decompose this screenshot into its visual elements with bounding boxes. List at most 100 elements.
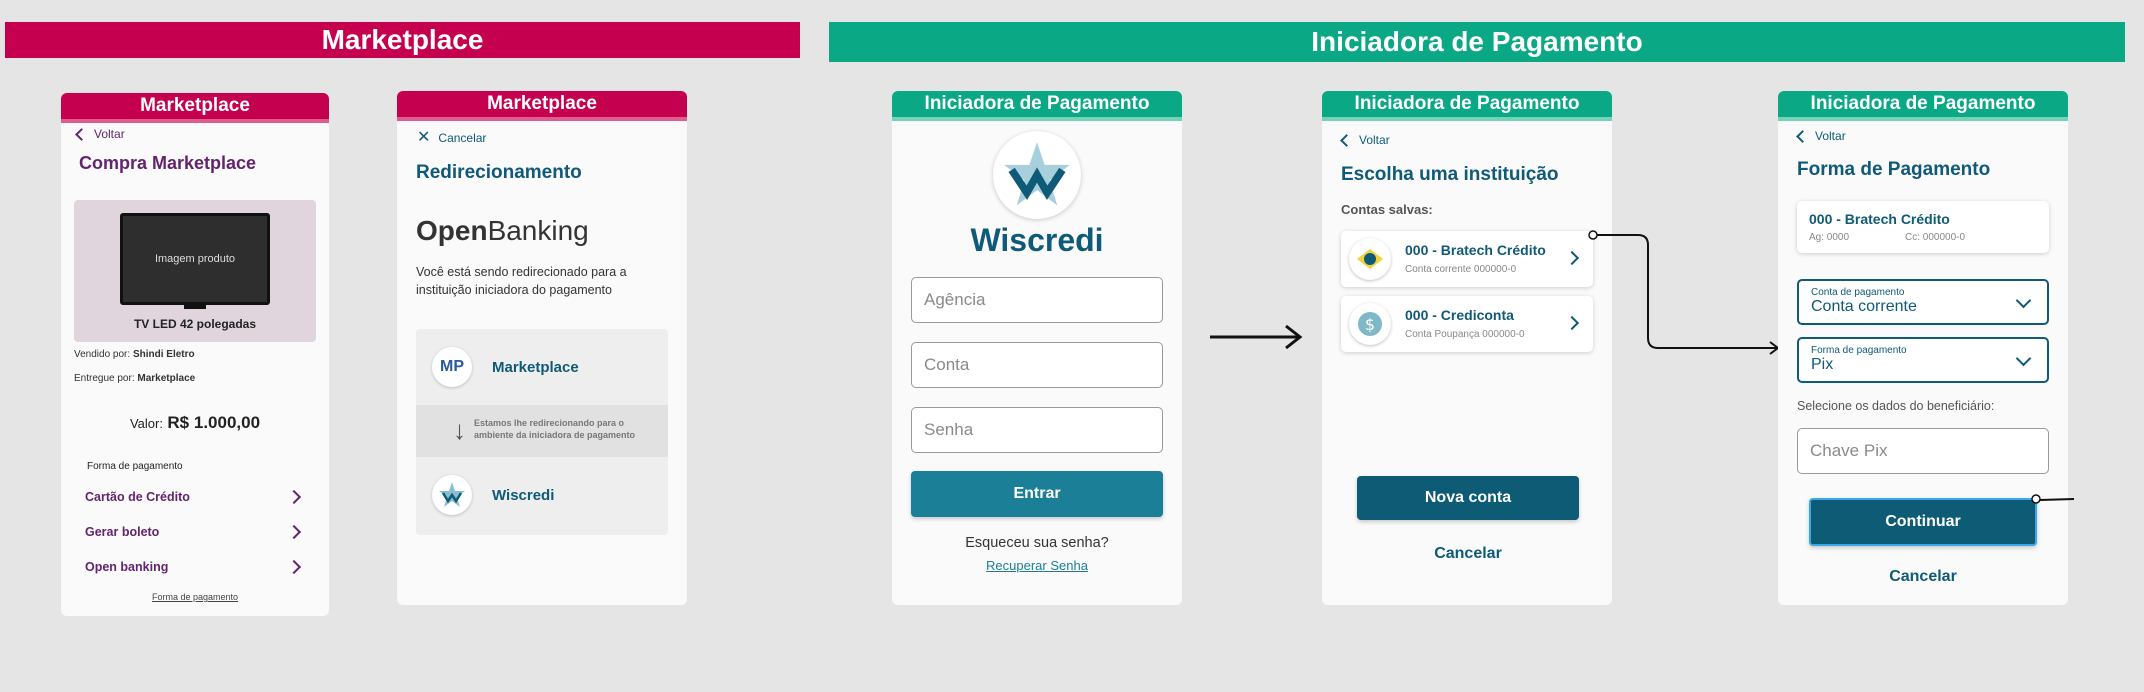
login-screen: Iniciadora de Pagamento Wiscredi Agência… <box>892 91 1182 605</box>
agency-field[interactable]: Agência <box>911 277 1163 323</box>
account-name: 000 - Crediconta <box>1405 307 1514 323</box>
sold-by-label: Vendido por: <box>74 349 131 360</box>
account-agency: Ag: 0000 <box>1809 232 1850 243</box>
redirect-description: Você está sendo redirecionado para a ins… <box>416 265 627 297</box>
screen-header: Iniciadora de Pagamento <box>892 91 1182 121</box>
tv-stand-icon <box>184 305 206 309</box>
chevron-right-icon <box>286 559 302 575</box>
product-name: TV LED 42 polegadas <box>133 317 257 331</box>
password-field[interactable]: Senha <box>911 407 1163 453</box>
chevron-right-icon <box>1564 315 1580 331</box>
delivered-by-label: Entregue por: <box>74 373 135 384</box>
page-title: Escolha uma instituição <box>1341 164 1559 185</box>
product-card[interactable]: Imagem produto TV LED 42 polegadas <box>74 200 316 342</box>
page-title: Compra Marketplace <box>79 153 257 173</box>
back-button[interactable]: Voltar <box>1340 133 1390 147</box>
initiator-banner: Iniciadora de Pagamento <box>829 22 2125 62</box>
brand-name: Wiscredi <box>970 222 1104 258</box>
logo-banking: Banking <box>487 215 589 246</box>
chevron-left-icon <box>75 127 88 141</box>
connector-line <box>1588 228 1788 363</box>
payment-method-screen: Iniciadora de Pagamento Voltar Forma de … <box>1778 91 2068 605</box>
screen-header: Iniciadora de Pagamento <box>1322 91 1612 121</box>
back-button[interactable]: Voltar <box>75 127 125 141</box>
account-number: Cc: 000000-0 <box>1905 232 1966 243</box>
selected-account-card: 000 - Bratech Crédito Ag: 0000 Cc: 00000… <box>1797 201 2049 253</box>
price: Valor: R$ 1.000,00 <box>61 413 329 433</box>
account-select[interactable]: Conta de pagamento Conta corrente <box>1797 279 2049 325</box>
back-label: Voltar <box>94 127 125 141</box>
chevron-left-icon <box>1796 129 1809 143</box>
pix-key-field[interactable]: Chave Pix <box>1797 428 2049 474</box>
page-title: Redirecionamento <box>416 162 582 183</box>
from-name: Marketplace <box>492 359 579 376</box>
value-label: Valor: <box>129 416 163 431</box>
cancel-button[interactable]: ✕ Cancelar <box>417 129 487 146</box>
account-card-bratech[interactable]: 000 - Bratech Crédito Conta corrente 000… <box>1341 231 1593 287</box>
account-field[interactable]: Conta <box>911 342 1163 388</box>
back-button[interactable]: Voltar <box>1796 129 1846 143</box>
svg-text:$: $ <box>1365 315 1375 334</box>
screen-header: Marketplace <box>61 93 329 123</box>
delivered-by-value: Marketplace <box>137 373 196 384</box>
payment-option-credit-card[interactable]: Cartão de Crédito <box>85 489 305 505</box>
institution-screen: Iniciadora de Pagamento Voltar Escolha u… <box>1322 91 1612 605</box>
redirect-box: MP Marketplace ↓ Estamos lhe redireciona… <box>416 329 668 535</box>
openbanking-logo: OpenBanking <box>416 215 589 247</box>
wiscredi-logo-small <box>432 475 472 515</box>
wiscredi-logo <box>993 131 1081 219</box>
screen-header: Iniciadora de Pagamento <box>1778 91 2068 121</box>
forgot-password-text: Esqueceu sua senha? <box>965 535 1109 551</box>
cancel-button[interactable]: Cancelar <box>1809 557 2037 597</box>
chevron-left-icon <box>1340 133 1353 147</box>
redirect-band: ↓ Estamos lhe redirecionando para o ambi… <box>416 405 668 457</box>
payment-method-link[interactable]: Forma de pagamento <box>61 592 329 602</box>
marketplace-purchase-screen: Marketplace Voltar Compra Marketplace Im… <box>61 93 329 616</box>
payment-heading: Forma de pagamento <box>87 461 183 472</box>
tv-image: Imagem produto <box>120 213 270 305</box>
redirect-note: Estamos lhe redirecionando para o ambien… <box>474 418 636 440</box>
select-value: Conta corrente <box>1811 298 1917 315</box>
crediconta-logo: $ <box>1349 303 1391 345</box>
chevron-right-icon <box>1564 250 1580 266</box>
account-detail: Conta Poupança 000000-0 <box>1405 329 1525 340</box>
new-account-button[interactable]: Nova conta <box>1357 476 1579 520</box>
page-title: Forma de Pagamento <box>1797 159 1991 180</box>
chevron-right-icon <box>286 524 302 540</box>
recover-password-link[interactable]: Recuperar Senha <box>892 558 1182 573</box>
to-name: Wiscredi <box>492 487 555 504</box>
connector-stub <box>2030 493 2076 512</box>
marketplace-banner: Marketplace <box>5 22 800 58</box>
continue-button[interactable]: Continuar <box>1809 498 2037 546</box>
login-button[interactable]: Entrar <box>911 471 1163 517</box>
product-image-label: Imagem produto <box>154 253 236 265</box>
mp-badge: MP <box>440 358 464 375</box>
payment-option-label: Gerar boleto <box>85 525 160 539</box>
account-name: 000 - Bratech Crédito <box>1405 242 1546 258</box>
payment-option-label: Open banking <box>85 560 169 574</box>
payment-option-boleto[interactable]: Gerar boleto <box>85 524 305 540</box>
back-label: Voltar <box>1359 133 1390 147</box>
sold-by: Vendido por: Shindi Eletro <box>74 349 195 360</box>
logo-open: Open <box>416 215 488 246</box>
screen-header: Marketplace <box>397 91 687 121</box>
select-label: Conta de pagamento <box>1811 287 1905 298</box>
saved-accounts-label: Contas salvas: <box>1341 202 1433 217</box>
select-value: Pix <box>1811 356 1834 373</box>
delivered-by: Entregue por: Marketplace <box>74 373 195 384</box>
payment-method-select[interactable]: Forma de pagamento Pix <box>1797 337 2049 383</box>
account-card-crediconta[interactable]: $ 000 - Crediconta Conta Poupança 000000… <box>1341 296 1593 352</box>
flow-arrow <box>1208 322 1304 357</box>
close-icon: ✕ <box>417 129 431 146</box>
marketplace-logo: MP <box>432 347 472 387</box>
cancel-label: Cancelar <box>438 131 487 145</box>
sold-by-value: Shindi Eletro <box>132 349 195 360</box>
cancel-button[interactable]: Cancelar <box>1357 534 1579 574</box>
payment-option-open-banking[interactable]: Open banking <box>85 559 305 575</box>
beneficiary-label: Selecione os dados do beneficiário: <box>1797 399 1995 413</box>
value-amount: R$ 1.000,00 <box>167 413 261 432</box>
bratech-logo <box>1349 238 1391 280</box>
arrow-down-icon: ↓ <box>453 415 466 445</box>
chevron-right-icon <box>286 489 302 505</box>
select-label: Forma de pagamento <box>1811 345 1907 356</box>
